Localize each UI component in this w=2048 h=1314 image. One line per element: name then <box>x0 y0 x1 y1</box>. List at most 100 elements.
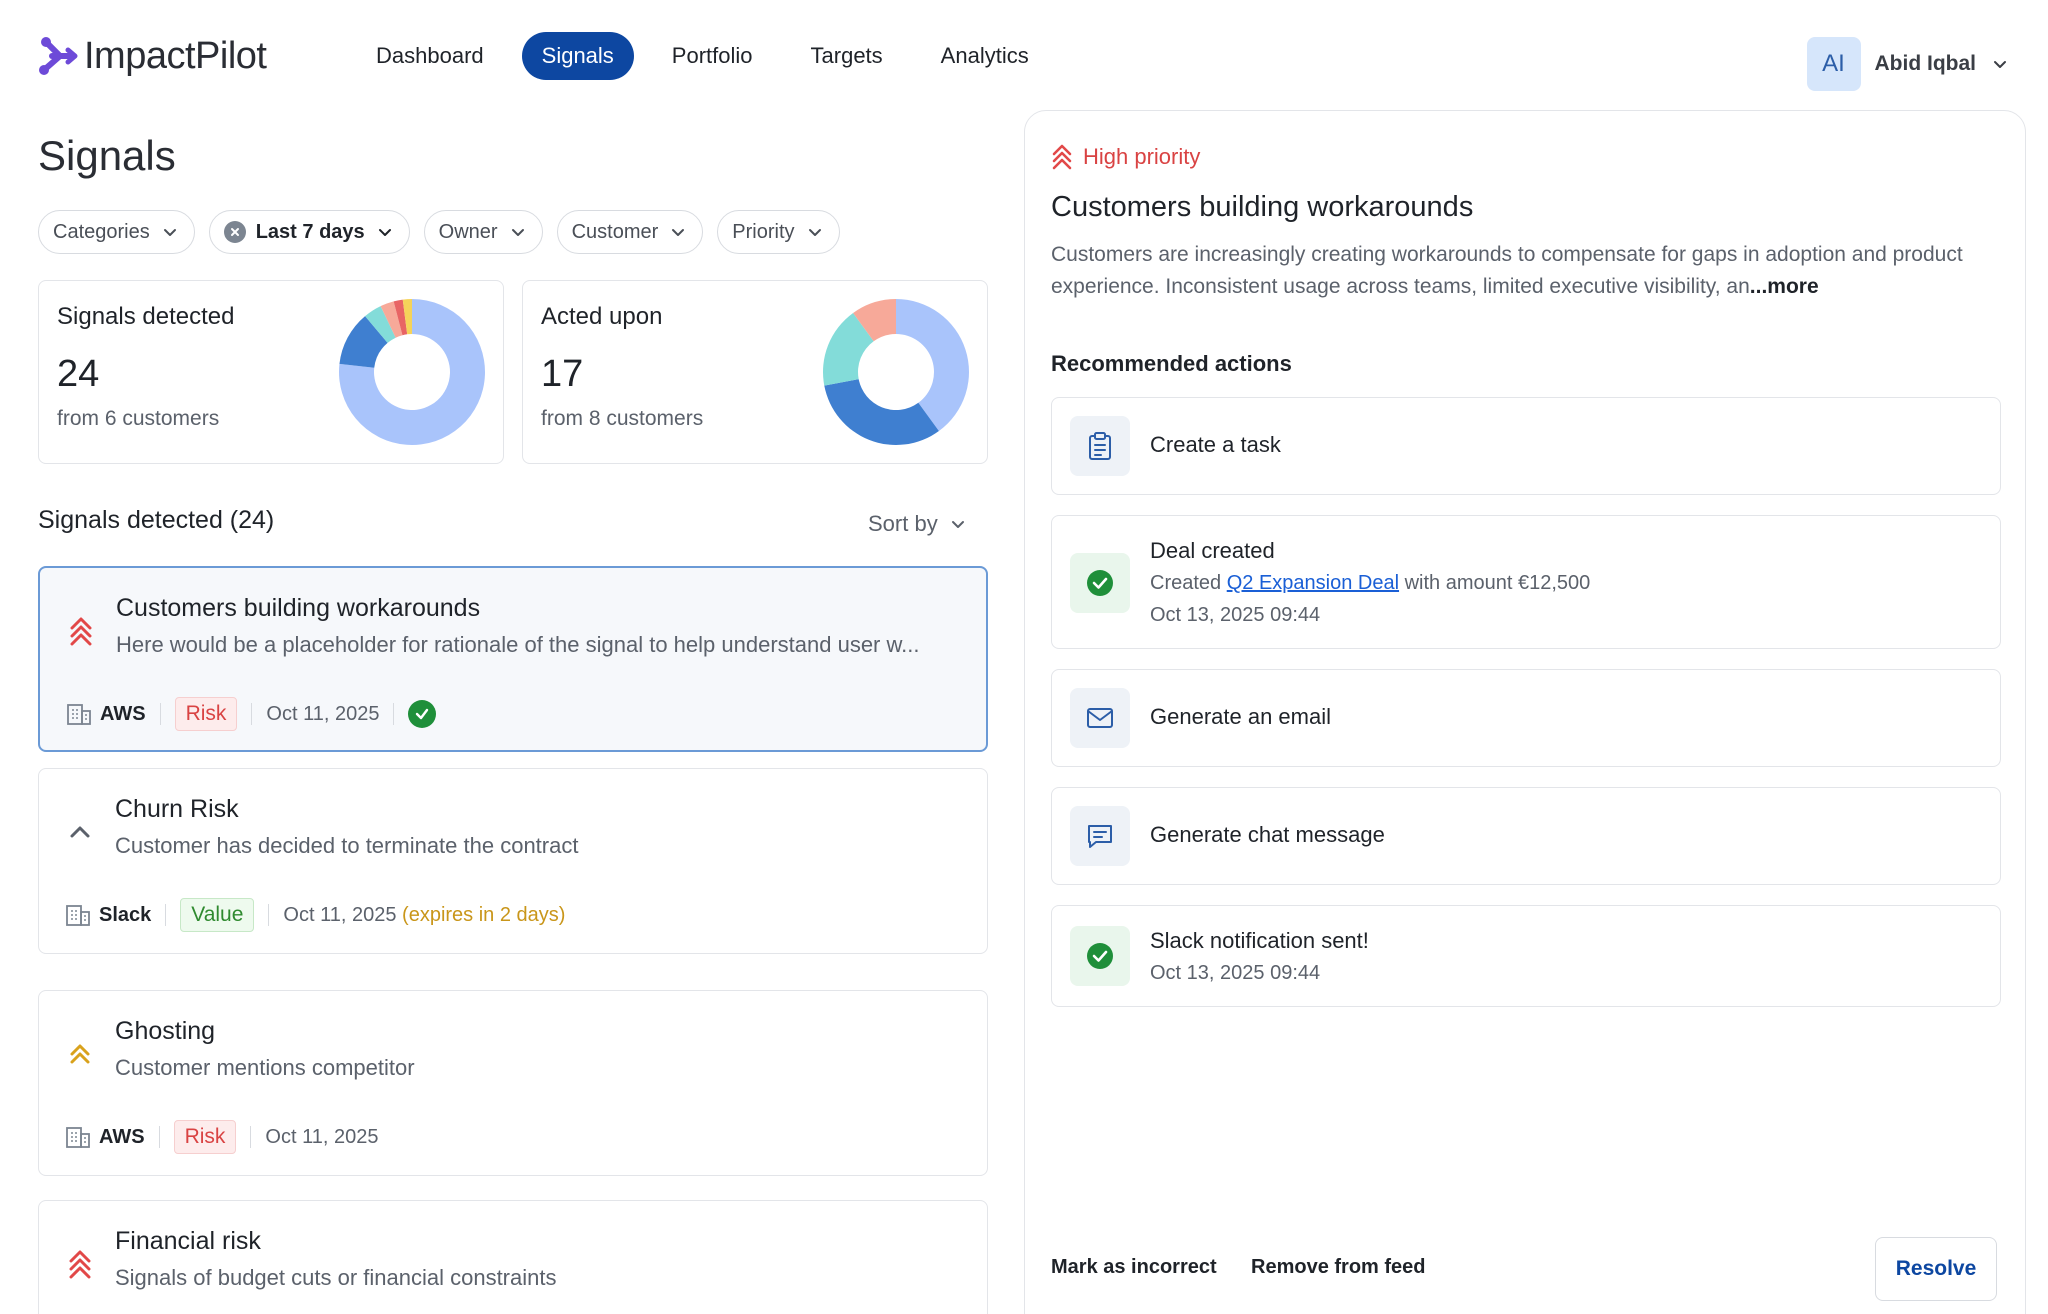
stat-card-acted-upon[interactable]: Acted upon 17 from 8 customers <box>522 280 988 464</box>
divider <box>251 703 253 725</box>
chevron-down-icon <box>163 229 176 236</box>
action-generate-email[interactable]: Generate an email <box>1051 669 2001 767</box>
filter-date-range[interactable]: Last 7 days <box>208 210 410 254</box>
clipboard-icon <box>1070 416 1130 476</box>
signal-card[interactable]: Churn Risk Customer has decided to termi… <box>38 768 988 954</box>
double-chevron-up-icon <box>1052 144 1072 170</box>
detail-description: Customers are increasingly creating work… <box>1051 239 2001 303</box>
chevron-down-icon <box>672 229 685 236</box>
user-name: Abid Iqbal <box>1874 52 1977 75</box>
double-chevron-up-icon <box>70 1044 90 1064</box>
chevron-down-icon <box>951 521 964 528</box>
filter-bar: Categories Last 7 days Owner Customer Pr… <box>38 210 840 254</box>
remove-from-feed-button[interactable]: Remove from feed <box>1251 1256 1426 1279</box>
action-subtitle-prefix: Created <box>1150 572 1227 594</box>
building-icon <box>66 1127 90 1148</box>
avatar: AI <box>1806 37 1861 91</box>
resolve-button[interactable]: Resolve <box>1875 1237 1997 1301</box>
filter-label: Owner <box>438 220 498 243</box>
signal-meta: AWS Risk Oct 11, 2025 <box>65 1117 378 1157</box>
signal-date-text: Oct 11, 2025 <box>283 903 397 926</box>
signals-list-header: Signals detected (24) <box>38 506 275 534</box>
mark-incorrect-button[interactable]: Mark as incorrect <box>1051 1256 1217 1279</box>
divider <box>159 703 161 725</box>
filter-label: Customer <box>571 220 659 243</box>
stat-subtitle: from 6 customers <box>57 407 220 430</box>
mail-icon <box>1070 688 1130 748</box>
donut-chart <box>339 299 485 445</box>
check-circle-icon <box>408 700 437 728</box>
sort-by-label: Sort by <box>868 511 938 536</box>
company-label: AWS <box>66 702 146 726</box>
double-chevron-up-icon <box>70 617 92 646</box>
action-subtitle: Created Q2 Expansion Deal with amount €1… <box>1150 572 1590 595</box>
nav-analytics[interactable]: Analytics <box>921 32 1049 80</box>
nav-signals[interactable]: Signals <box>521 32 634 80</box>
nav-dashboard[interactable]: Dashboard <box>356 32 504 80</box>
app-root: ImpactPilot Dashboard Signals Portfolio … <box>0 0 2048 1314</box>
chevron-down-icon <box>378 229 391 236</box>
tag-badge: Risk <box>174 697 238 731</box>
expiry-note: (expires in 2 days) <box>402 903 566 926</box>
divider <box>158 1126 160 1148</box>
action-generate-chat[interactable]: Generate chat message <box>1051 787 2001 885</box>
user-menu[interactable]: AI Abid Iqbal <box>1806 36 2011 92</box>
filter-owner[interactable]: Owner <box>423 210 543 254</box>
clear-filter-icon[interactable] <box>223 221 246 243</box>
check-circle-icon <box>1070 926 1130 986</box>
action-title: Deal created <box>1150 538 1275 563</box>
action-timestamp: Oct 13, 2025 09:44 <box>1150 604 1321 626</box>
company-label: AWS <box>65 1125 145 1149</box>
company-name: Slack <box>99 903 152 926</box>
filter-label: Last 7 days <box>255 220 365 243</box>
action-slack-notification[interactable]: Slack notification sent! Oct 13, 2025 09… <box>1051 905 2001 1007</box>
donut-chart <box>823 299 969 445</box>
action-title: Create a task <box>1150 432 1281 457</box>
sort-by-dropdown[interactable]: Sort by <box>868 511 968 537</box>
stat-subtitle: from 8 customers <box>541 407 704 430</box>
divider <box>165 904 167 926</box>
priority-label: High priority <box>1083 144 1201 169</box>
divider <box>268 904 270 926</box>
check-circle-icon <box>1070 553 1130 613</box>
priority-indicator: High priority <box>1051 143 1200 171</box>
filter-priority[interactable]: Priority <box>717 210 840 254</box>
brand-name: ImpactPilot <box>84 34 267 77</box>
nav-targets[interactable]: Targets <box>791 32 903 80</box>
divider <box>393 703 395 725</box>
action-deal-created[interactable]: Deal created Created Q2 Expansion Deal w… <box>1051 515 2001 649</box>
building-icon <box>66 905 90 926</box>
signal-title: Customers building workarounds <box>116 594 481 622</box>
chat-icon <box>1070 806 1130 866</box>
brand-logo[interactable]: ImpactPilot <box>38 32 267 80</box>
detail-description-text: Customers are increasingly creating work… <box>1051 243 1963 298</box>
stat-title: Acted upon <box>541 303 663 330</box>
signal-detail-panel: High priority Customers building workaro… <box>1024 110 2026 1314</box>
stat-title: Signals detected <box>57 303 235 330</box>
deal-link[interactable]: Q2 Expansion Deal <box>1227 572 1399 594</box>
signal-card[interactable]: Financial risk Signals of budget cuts or… <box>38 1200 988 1314</box>
action-subtitle-suffix: with amount €12,500 <box>1399 572 1591 594</box>
signal-title: Churn Risk <box>115 795 239 823</box>
logo-icon <box>39 37 78 75</box>
action-timestamp: Oct 13, 2025 09:44 <box>1150 962 1321 984</box>
action-title: Generate an email <box>1150 704 1331 729</box>
action-title: Generate chat message <box>1150 822 1385 847</box>
signal-card[interactable]: Customers building workarounds Here woul… <box>38 566 988 752</box>
filter-categories[interactable]: Categories <box>38 210 195 254</box>
signal-description: Signals of budget cuts or financial cons… <box>115 1265 557 1290</box>
company-name: AWS <box>100 702 146 725</box>
read-more-link[interactable]: ...more <box>1750 275 1819 298</box>
filter-customer[interactable]: Customer <box>556 210 704 254</box>
action-create-task[interactable]: Create a task <box>1051 397 2001 495</box>
recommended-actions-heading: Recommended actions <box>1051 351 1292 376</box>
stat-card-signals-detected[interactable]: Signals detected 24 from 6 customers <box>38 280 504 464</box>
signal-meta: AWS Risk Oct 11, 2025 <box>66 694 437 734</box>
signal-date: Oct 11, 2025 (expires in 2 days) <box>283 904 565 927</box>
company-name: AWS <box>99 1125 145 1148</box>
nav-portfolio[interactable]: Portfolio <box>652 32 773 80</box>
signal-title: Financial risk <box>115 1227 261 1255</box>
signal-card[interactable]: Ghosting Customer mentions competitor AW… <box>38 990 988 1176</box>
page-title: Signals <box>38 132 176 179</box>
detail-title: Customers building workarounds <box>1051 191 1474 223</box>
